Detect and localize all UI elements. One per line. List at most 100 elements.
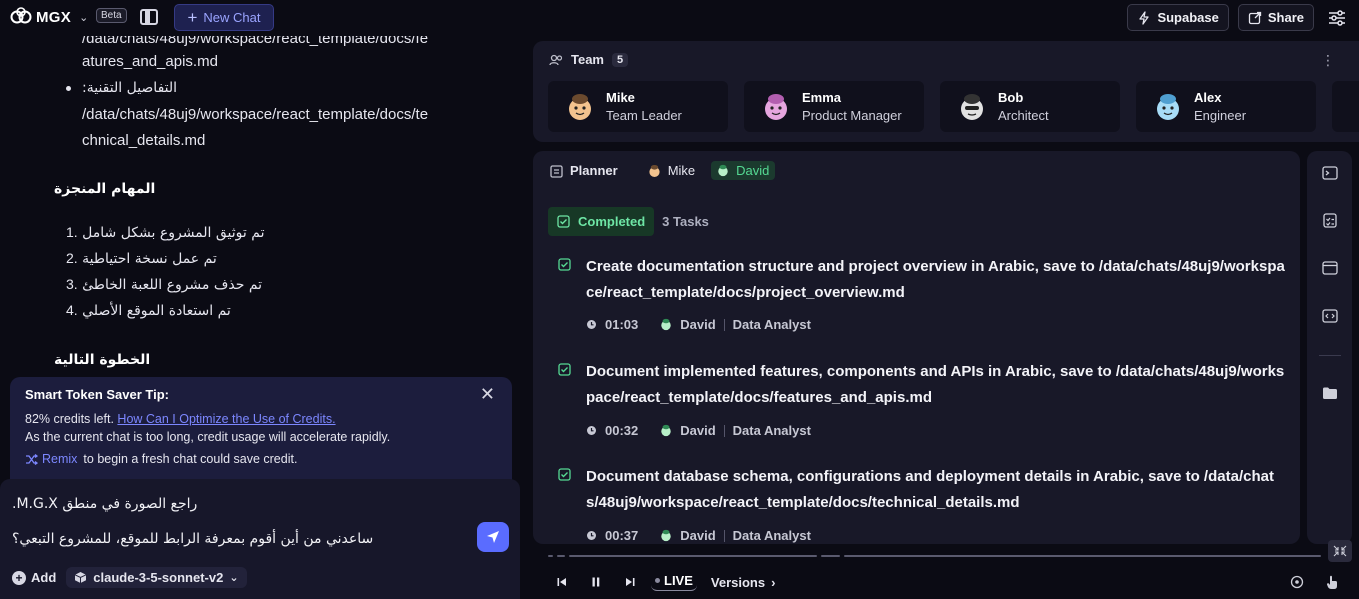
remix-link[interactable]: Remix (25, 452, 77, 466)
tab-planner[interactable]: Planner (550, 163, 618, 178)
task-meta: 00:37 David Data Analyst (586, 528, 811, 543)
send-button[interactable] (477, 522, 509, 552)
team-member-partial[interactable] (1332, 81, 1359, 132)
chevron-right-icon: › (771, 574, 776, 590)
team-panel: Team 5 ⋮ Mike Team Leader Emma Product M… (533, 41, 1359, 142)
versions-button[interactable]: Versions › (711, 575, 776, 590)
more-options-icon[interactable]: ⋮ (1321, 53, 1335, 67)
add-button[interactable]: + Add (12, 570, 56, 585)
remix-label: Remix (42, 452, 78, 466)
bolt-icon (1139, 10, 1150, 25)
model-selector[interactable]: claude-3-5-sonnet-v2 ⌄ (66, 567, 247, 588)
plus-circle-icon: + (12, 570, 26, 585)
clock-icon (587, 320, 596, 329)
team-member-emma[interactable]: Emma Product Manager (744, 81, 924, 132)
check-square-icon (558, 468, 571, 481)
brand-menu[interactable]: MGX ⌄ (10, 7, 88, 27)
tab-david[interactable]: David (711, 161, 776, 180)
task-time: 00:37 (605, 528, 639, 543)
member-role: Team Leader (606, 108, 682, 123)
external-link-icon (1248, 11, 1262, 24)
clock-icon (587, 531, 596, 540)
tab-david-label: David (736, 163, 770, 178)
status-badge: Completed (548, 207, 655, 236)
model-name: claude-3-5-sonnet-v2 (93, 570, 224, 585)
tab-mike[interactable]: Mike (648, 163, 695, 178)
share-button[interactable]: Share (1237, 4, 1314, 31)
clock-icon (587, 426, 596, 435)
versions-label: Versions (710, 574, 766, 590)
skip-forward-icon[interactable] (623, 574, 637, 590)
tab-planner-label: Planner (570, 163, 618, 178)
member-name: Bob (998, 90, 1024, 105)
new-chat-button[interactable]: + New Chat (174, 4, 274, 31)
member-role: Engineer (1194, 108, 1247, 123)
member-name: Alex (1194, 90, 1222, 105)
folder-icon[interactable] (1321, 384, 1339, 402)
mgx-logo-icon (10, 7, 32, 24)
skip-back-icon[interactable] (555, 574, 569, 590)
live-dot-icon (655, 578, 660, 583)
completed-tasks-heading: المهام المنجزة (54, 181, 156, 197)
settings-sliders-icon[interactable] (1327, 8, 1347, 28)
timeline-segment (548, 555, 553, 557)
check-square-icon (558, 258, 571, 271)
optimize-credits-link[interactable]: How Can I Optimize the Use of Credits. (117, 412, 335, 426)
tip-warning: As the current chat is too long, credit … (25, 430, 391, 444)
sidebar-toggle-icon[interactable] (140, 9, 158, 25)
new-chat-label: New Chat (203, 10, 261, 25)
task-owner: David (680, 317, 716, 332)
next-step-heading: الخطوة التالية (54, 352, 151, 368)
avatar (661, 424, 671, 437)
list-item: 1. تم توثيق المشروع بشكل شامل (66, 224, 265, 241)
clipboard-icon (550, 164, 563, 178)
terminal-icon[interactable] (1321, 164, 1339, 182)
close-icon[interactable]: ✕ (480, 385, 495, 403)
avatar (661, 529, 671, 542)
hand-pointer-icon[interactable] (1326, 575, 1338, 595)
team-member-alex[interactable]: Alex Engineer (1136, 81, 1316, 132)
task-owner: David (680, 528, 716, 543)
collapse-icon[interactable] (1328, 540, 1352, 562)
team-member-bob[interactable]: Bob Architect (940, 81, 1120, 132)
target-icon[interactable] (1290, 575, 1304, 595)
message-line: ساعدني من أين أقوم بمعرفة الرابط للموقع،… (12, 531, 374, 547)
browser-icon[interactable] (1321, 259, 1339, 277)
bullet-marker (66, 86, 71, 91)
check-square-icon (557, 215, 570, 228)
timeline-segment (844, 555, 1321, 557)
avatar (1157, 93, 1179, 120)
avatar (569, 93, 591, 120)
chevron-down-icon: ⌄ (79, 11, 89, 24)
avatar (661, 318, 671, 331)
send-icon (487, 531, 499, 543)
task-list-icon[interactable] (1321, 211, 1339, 229)
task-meta: 00:32 David Data Analyst (586, 423, 811, 438)
cube-icon (75, 572, 87, 583)
code-editor-icon[interactable] (1321, 307, 1339, 325)
pause-icon[interactable] (589, 574, 603, 590)
avatar (649, 164, 660, 177)
tab-mike-label: Mike (667, 163, 696, 178)
member-role: Architect (998, 108, 1049, 123)
divider (723, 318, 725, 331)
plus-icon: + (187, 8, 198, 27)
live-button[interactable]: LIVE (651, 573, 697, 591)
avatar (961, 93, 983, 120)
task-title: Document implemented features, component… (586, 363, 1285, 406)
message-input[interactable]: راجع الصورة في منطق M.G.X. ساعدني من أين… (12, 493, 462, 551)
avatar (765, 93, 787, 120)
divider (723, 529, 725, 542)
shuffle-icon (26, 453, 38, 465)
team-member-mike[interactable]: Mike Team Leader (548, 81, 728, 132)
replay-timeline[interactable] (548, 555, 1321, 557)
remix-line: Remix to begin a fresh chat could save c… (25, 452, 497, 466)
divider (1319, 355, 1341, 356)
check-square-icon (558, 363, 571, 376)
credits-left: 82% credits left. (25, 412, 114, 426)
supabase-button[interactable]: Supabase (1127, 4, 1229, 31)
member-role: Product Manager (802, 108, 902, 123)
tool-rail (1307, 151, 1352, 544)
brand-name: MGX (36, 8, 72, 26)
chat-composer: راجع الصورة في منطق M.G.X. ساعدني من أين… (0, 479, 520, 599)
